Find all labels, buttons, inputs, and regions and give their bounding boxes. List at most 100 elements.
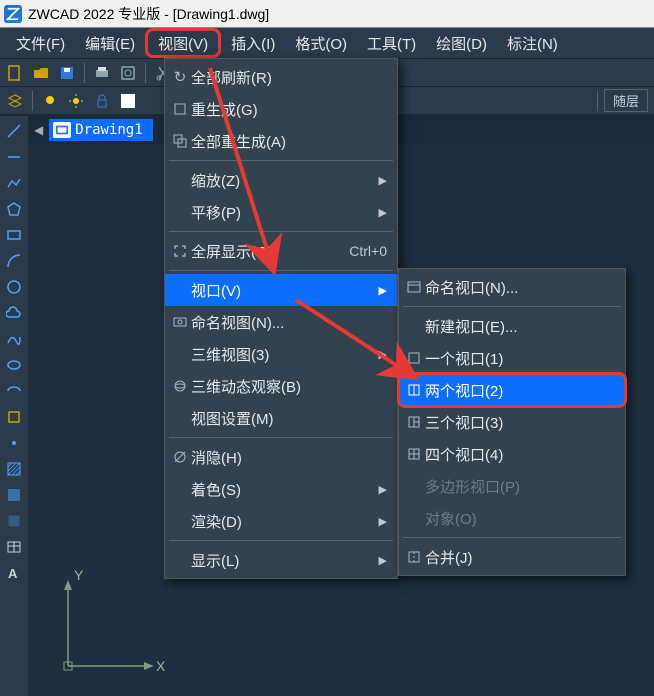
polyline-icon[interactable]: [3, 172, 25, 194]
table-icon[interactable]: [3, 536, 25, 558]
mi-display[interactable]: 显示(L) ▶: [165, 544, 397, 576]
layer-icon[interactable]: [4, 90, 26, 112]
mi-render[interactable]: 渲染(D) ▶: [165, 505, 397, 537]
mi-polygon-viewport: 多边形视口(P): [399, 470, 625, 502]
titlebar: ZWCAD 2022 专业版 - [Drawing1.dwg]: [0, 0, 654, 28]
mi-zoom[interactable]: 缩放(Z) ▶: [165, 164, 397, 196]
mi-pan[interactable]: 平移(P) ▶: [165, 196, 397, 228]
one-viewport-icon: [403, 351, 425, 365]
mi-regen-all[interactable]: 全部重生成(A): [165, 125, 397, 157]
layer-selector[interactable]: 随层: [595, 89, 654, 112]
named-view-icon: [169, 315, 191, 329]
mi-orbit3d[interactable]: 三维动态观察(B): [165, 370, 397, 402]
mi-named-view[interactable]: 命名视图(N)...: [165, 306, 397, 338]
submenu-arrow-icon: ▶: [377, 554, 387, 567]
separator: [145, 63, 146, 83]
separator: [84, 63, 85, 83]
app-icon: [4, 5, 22, 23]
hatch-icon[interactable]: [3, 458, 25, 480]
submenu-arrow-icon: ▶: [377, 206, 387, 219]
ellipse-icon[interactable]: [3, 354, 25, 376]
circle-icon[interactable]: [3, 276, 25, 298]
menu-edit[interactable]: 编辑(E): [75, 28, 145, 58]
merge-icon: [403, 550, 425, 564]
svg-text:A: A: [8, 566, 18, 581]
open-icon[interactable]: [30, 62, 52, 84]
text-icon[interactable]: A: [3, 562, 25, 584]
menu-draw[interactable]: 绘图(D): [426, 28, 497, 58]
submenu-arrow-icon: ▶: [377, 348, 387, 361]
menu-separator: [169, 160, 393, 161]
separator: [597, 91, 598, 111]
menu-separator: [403, 537, 621, 538]
mi-four-viewport[interactable]: 四个视口(4): [399, 438, 625, 470]
submenu-arrow-icon: ▶: [377, 174, 387, 187]
lock-icon[interactable]: [91, 90, 113, 112]
tab-prev-icon[interactable]: ◀: [28, 123, 49, 137]
arc-icon[interactable]: [3, 250, 25, 272]
three-viewport-icon: [403, 415, 425, 429]
menu-tools[interactable]: 工具(T): [357, 28, 426, 58]
mi-three-viewport[interactable]: 三个视口(3): [399, 406, 625, 438]
shortcut-label: Ctrl+0: [349, 243, 387, 259]
mi-hide[interactable]: 消隐(H): [165, 441, 397, 473]
tab-label: Drawing1: [75, 122, 142, 138]
bulb-icon[interactable]: [39, 90, 61, 112]
viewport-submenu-popup: 命名视口(N)... 新建视口(E)... 一个视口(1) 两个视口(2) 三个…: [398, 268, 626, 576]
new-icon[interactable]: [4, 62, 26, 84]
four-viewport-icon: [403, 447, 425, 461]
menu-file[interactable]: 文件(F): [6, 28, 75, 58]
left-toolbar: A: [0, 116, 28, 696]
dwg-icon: [53, 122, 71, 138]
mi-view-settings[interactable]: 视图设置(M): [165, 402, 397, 434]
ellipse-arc-icon[interactable]: [3, 380, 25, 402]
submenu-arrow-icon: ▶: [377, 284, 387, 297]
mi-shade[interactable]: 着色(S) ▶: [165, 473, 397, 505]
menubar: 文件(F) 编辑(E) 视图(V) 插入(I) 格式(O) 工具(T) 绘图(D…: [0, 28, 654, 58]
save-icon[interactable]: [56, 62, 78, 84]
mi-view3d[interactable]: 三维视图(3) ▶: [165, 338, 397, 370]
cloud-icon[interactable]: [3, 302, 25, 324]
orbit-icon: [169, 379, 191, 393]
mi-refresh-all[interactable]: ↻ 全部刷新(R): [165, 61, 397, 93]
menu-format[interactable]: 格式(O): [285, 28, 357, 58]
mi-named-viewport[interactable]: 命名视口(N)...: [399, 271, 625, 303]
regen-all-icon: [169, 134, 191, 148]
gradient-icon[interactable]: [3, 484, 25, 506]
print-icon[interactable]: [91, 62, 113, 84]
block-icon[interactable]: [3, 406, 25, 428]
fullscreen-icon: [169, 244, 191, 258]
menu-dim[interactable]: 标注(N): [497, 28, 568, 58]
named-viewport-icon: [403, 280, 425, 294]
submenu-arrow-icon: ▶: [377, 515, 387, 528]
regen-icon: [169, 102, 191, 116]
mi-merge-viewport[interactable]: 合并(J): [399, 541, 625, 573]
tab-strip: ◀ Drawing1: [28, 116, 153, 144]
hide-icon: [169, 450, 191, 464]
menu-insert[interactable]: 插入(I): [221, 28, 285, 58]
menu-view[interactable]: 视图(V): [145, 28, 221, 58]
mi-viewport[interactable]: 视口(V) ▶: [165, 274, 397, 306]
menu-separator: [169, 270, 393, 271]
layer-label: 随层: [604, 89, 648, 112]
rectangle-icon[interactable]: [3, 224, 25, 246]
mi-new-viewport[interactable]: 新建视口(E)...: [399, 310, 625, 342]
submenu-arrow-icon: ▶: [377, 483, 387, 496]
mi-object-viewport: 对象(O): [399, 502, 625, 534]
mi-two-viewport[interactable]: 两个视口(2): [399, 374, 625, 406]
separator: [32, 91, 33, 111]
document-tab[interactable]: Drawing1: [49, 119, 152, 141]
refresh-icon: ↻: [169, 68, 191, 86]
line-icon[interactable]: [3, 120, 25, 142]
point-icon[interactable]: [3, 432, 25, 454]
region-icon[interactable]: [3, 510, 25, 532]
polygon-icon[interactable]: [3, 198, 25, 220]
color-swatch-icon[interactable]: [117, 90, 139, 112]
mi-one-viewport[interactable]: 一个视口(1): [399, 342, 625, 374]
mi-fullscreen[interactable]: 全屏显示(C) Ctrl+0: [165, 235, 397, 267]
preview-icon[interactable]: [117, 62, 139, 84]
mi-regen[interactable]: 重生成(G): [165, 93, 397, 125]
ray-icon[interactable]: [3, 146, 25, 168]
sun-icon[interactable]: [65, 90, 87, 112]
spline-icon[interactable]: [3, 328, 25, 350]
